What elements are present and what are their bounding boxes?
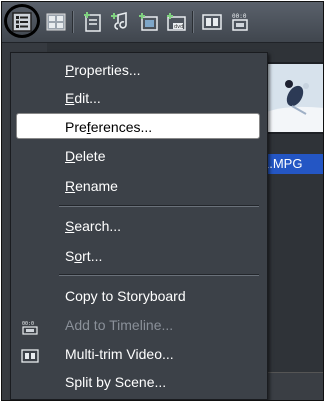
multi-trim-icon[interactable] [200, 10, 224, 34]
media-library-panel: dvd 00:0 1.MPG Properties... Edit... Pre… [1, 1, 324, 401]
context-menu: Properties... Edit... Preferences... Del… [10, 52, 268, 400]
insert-clip-icon[interactable] [136, 10, 160, 34]
svg-text:00:0: 00:0 [22, 321, 34, 327]
menu-item-edit[interactable]: Edit... [11, 85, 267, 111]
library-toolbar: dvd 00:0 [2, 2, 323, 43]
toolbar-separator [72, 11, 74, 33]
menu-item-label: Add to Timeline... [65, 317, 174, 333]
menu-separator [59, 205, 259, 207]
thumbnail-view-icon[interactable] [44, 10, 68, 34]
menu-item-label: Edit... [65, 90, 101, 106]
menu-item-label: Rename [65, 178, 118, 194]
menu-item-label: Preferences... [65, 119, 153, 135]
menu-item-label: Search... [65, 218, 122, 234]
thumbnail-filename: 1.MPG [260, 154, 323, 174]
insert-media-icon[interactable] [80, 10, 104, 34]
menu-item-multi-trim[interactable]: Multi-trim Video... [11, 341, 267, 367]
menu-item-label: Copy to Storyboard [65, 288, 186, 304]
svg-text:dvd: dvd [174, 24, 183, 30]
timecode-icon[interactable]: 00:0 [228, 10, 252, 34]
menu-item-label: Split by Scene... [65, 374, 167, 390]
toolbar-separator [192, 11, 194, 33]
menu-item-preferences[interactable]: Preferences... [16, 113, 260, 139]
menu-item-add-to-timeline: 00:0 Add to Timeline... [11, 312, 267, 338]
svg-text:00:0: 00:0 [232, 13, 247, 20]
menu-item-label: Delete [65, 148, 106, 164]
highlight-circle [4, 4, 40, 38]
video-thumbnail[interactable] [260, 62, 323, 134]
insert-audio-icon[interactable] [108, 10, 132, 34]
menu-item-rename[interactable]: Rename [11, 173, 267, 199]
menu-item-delete[interactable]: Delete [11, 143, 267, 169]
menu-item-copy-to-storyboard[interactable]: Copy to Storyboard [11, 283, 267, 309]
timeline-add-icon: 00:0 [21, 317, 39, 335]
dvd-icon[interactable]: dvd [164, 10, 188, 34]
menu-item-split-by-scene[interactable]: Split by Scene... [11, 369, 267, 395]
menu-item-label: Properties... [65, 62, 141, 78]
menu-separator [59, 274, 259, 276]
menu-item-label: Sort... [65, 248, 103, 264]
bottom-strip [260, 372, 323, 400]
multitrim-icon [21, 346, 39, 363]
menu-item-label: Multi-trim Video... [65, 346, 174, 362]
menu-item-properties[interactable]: Properties... [11, 57, 267, 83]
menu-item-search[interactable]: Search... [11, 213, 267, 239]
menu-item-sort[interactable]: Sort... [11, 243, 267, 269]
